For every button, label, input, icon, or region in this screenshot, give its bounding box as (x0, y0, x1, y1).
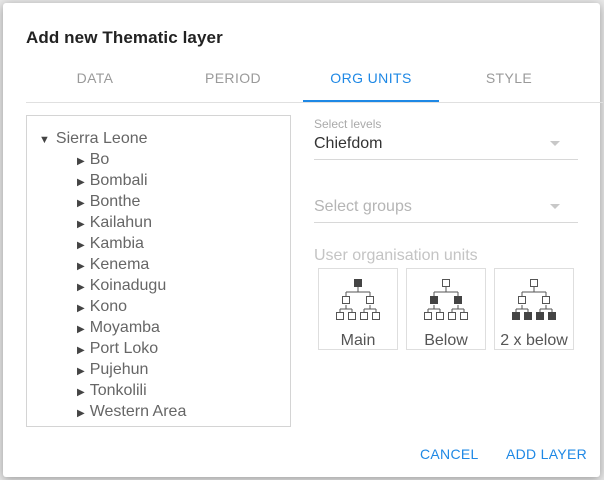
collapsed-arrow-icon[interactable]: ▶ (77, 261, 85, 272)
collapsed-arrow-icon[interactable]: ▶ (77, 408, 85, 419)
tree-item[interactable]: ▶ Tonkolili (77, 380, 186, 401)
tree-item[interactable]: ▶ Bo (77, 149, 186, 170)
active-tab-indicator (303, 100, 439, 102)
dropdown-arrow-icon[interactable] (550, 141, 560, 146)
tab-style[interactable]: STYLE (440, 56, 578, 102)
tree-item[interactable]: ▶ Koinadugu (77, 275, 186, 296)
collapsed-arrow-icon[interactable]: ▶ (77, 324, 85, 335)
tree-item[interactable]: ▶ Pujehun (77, 359, 186, 380)
tree-item[interactable]: ▶ Kambia (77, 233, 186, 254)
tree-item-label[interactable]: Koinadugu (90, 277, 167, 294)
tree-item-label[interactable]: Kono (90, 298, 127, 315)
collapsed-arrow-icon[interactable]: ▶ (77, 219, 85, 230)
below-button-label: Below (424, 332, 468, 349)
tab-period[interactable]: PERIOD (164, 56, 302, 102)
select-levels-dropdown[interactable]: Chiefdom (314, 129, 578, 160)
tree-item[interactable]: ▶ Bonthe (77, 191, 186, 212)
collapsed-arrow-icon[interactable]: ▶ (77, 387, 85, 398)
hierarchy-main-icon (336, 279, 380, 320)
tree-item-label[interactable]: Bo (90, 151, 110, 168)
tree-item-label[interactable]: Kambia (90, 235, 144, 252)
tree-item-label[interactable]: Western Area (90, 403, 187, 420)
tree-root-label[interactable]: Sierra Leone (56, 130, 148, 147)
user-org-unit-2x-below-button[interactable]: 2 x below (494, 268, 574, 350)
dropdown-arrow-icon[interactable] (550, 204, 560, 209)
tree-item-label[interactable]: Kailahun (90, 214, 152, 231)
tree-item[interactable]: ▶ Kailahun (77, 212, 186, 233)
collapsed-arrow-icon[interactable]: ▶ (77, 366, 85, 377)
collapsed-arrow-icon[interactable]: ▶ (77, 156, 85, 167)
collapsed-arrow-icon[interactable]: ▶ (77, 303, 85, 314)
tab-bar: DATA PERIOD ORG UNITS STYLE (26, 56, 603, 103)
tree-item-label[interactable]: Moyamba (90, 319, 160, 336)
add-layer-button[interactable]: ADD LAYER (506, 446, 587, 462)
tab-org-units[interactable]: ORG UNITS (302, 56, 440, 102)
tree-children: ▶ Bo ▶ Bombali ▶ Bonthe ▶ Kailahun ▶ Kambia ▶… (77, 149, 186, 422)
hierarchy-below-icon (424, 279, 468, 320)
2x-below-button-label: 2 x below (500, 332, 568, 349)
tree-item[interactable]: ▶ Western Area (77, 401, 186, 422)
collapsed-arrow-icon[interactable]: ▶ (77, 282, 85, 293)
collapsed-arrow-icon[interactable]: ▶ (77, 198, 85, 209)
tree-item[interactable]: ▶ Kono (77, 296, 186, 317)
org-unit-tree: ▼ Sierra Leone ▶ Bo ▶ Bombali ▶ Bonthe ▶ Kail… (26, 115, 291, 427)
tab-data[interactable]: DATA (26, 56, 164, 102)
select-groups-placeholder: Select groups (314, 198, 412, 215)
select-levels-value: Chiefdom (314, 135, 383, 152)
expanded-arrow-icon[interactable]: ▼ (39, 134, 50, 146)
tree-item-label[interactable]: Bombali (90, 172, 148, 189)
tree-item[interactable]: ▶ Moyamba (77, 317, 186, 338)
main-button-label: Main (340, 332, 376, 349)
tree-item-label[interactable]: Kenema (90, 256, 150, 273)
select-groups-dropdown[interactable]: Select groups (314, 192, 578, 223)
collapsed-arrow-icon[interactable]: ▶ (77, 177, 85, 188)
collapsed-arrow-icon[interactable]: ▶ (77, 240, 85, 251)
cancel-button[interactable]: CANCEL (420, 446, 479, 462)
tree-item-label[interactable]: Pujehun (90, 361, 149, 378)
collapsed-arrow-icon[interactable]: ▶ (77, 345, 85, 356)
hierarchy-2x-below-icon (512, 279, 556, 320)
user-org-unit-main-button[interactable]: Main (318, 268, 398, 350)
tree-item[interactable]: ▶ Port Loko (77, 338, 186, 359)
tree-item-label[interactable]: Bonthe (90, 193, 141, 210)
tree-item[interactable]: ▶ Kenema (77, 254, 186, 275)
tree-item-label[interactable]: Tonkolili (90, 382, 147, 399)
user-org-unit-below-button[interactable]: Below (406, 268, 486, 350)
tree-root-item[interactable]: ▼ Sierra Leone (39, 128, 148, 151)
user-org-units-label: User organisation units (314, 247, 478, 264)
tree-item-label[interactable]: Port Loko (90, 340, 158, 357)
dialog-title: Add new Thematic layer (26, 28, 223, 47)
add-thematic-layer-dialog: Add new Thematic layer DATA PERIOD ORG U… (3, 3, 603, 477)
tree-item[interactable]: ▶ Bombali (77, 170, 186, 191)
